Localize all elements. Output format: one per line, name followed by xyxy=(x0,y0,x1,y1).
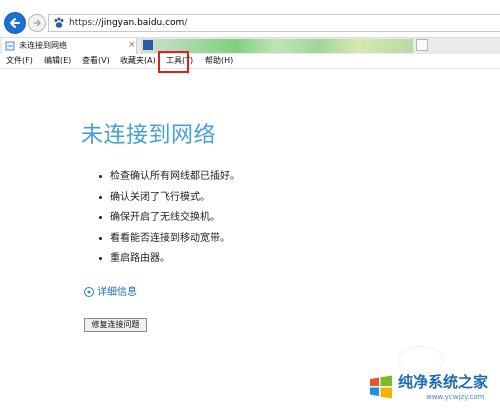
address-bar-row: https://jingyan.baidu.com/ xyxy=(0,0,500,36)
new-tab-icon[interactable] xyxy=(416,39,428,51)
page-title: 未连接到网络 xyxy=(81,123,217,148)
fix-connection-button[interactable]: 修复连接问题 xyxy=(84,318,147,332)
bullet-icon xyxy=(99,216,102,219)
menu-help[interactable]: 帮助(H) xyxy=(205,54,233,68)
menu-bar: 文件(F) 编辑(E) 查看(V) 收藏夹(A) 工具(T) 帮助(H) xyxy=(0,54,500,69)
baidu-paw-icon xyxy=(54,17,64,28)
list-item: 看看能否连接到移动宽带。 xyxy=(99,229,240,250)
reasons-list: 检查确认所有网线都已插好。 确认关闭了飞行模式。 确保开启了无线交换机。 看看能… xyxy=(99,167,240,270)
back-button[interactable] xyxy=(4,12,26,34)
close-tab-icon[interactable]: × xyxy=(128,39,136,52)
details-label: 详细信息 xyxy=(97,287,137,298)
address-input[interactable]: https://jingyan.baidu.com/ xyxy=(48,14,500,32)
bullet-icon xyxy=(99,257,102,260)
forward-button[interactable] xyxy=(28,14,46,32)
bullet-icon xyxy=(99,175,102,178)
menu-edit[interactable]: 编辑(E) xyxy=(44,54,71,68)
menu-view[interactable]: 查看(V) xyxy=(82,54,110,68)
bullet-icon xyxy=(99,236,102,240)
list-item: 确保开启了无线交换机。 xyxy=(99,208,240,229)
arrow-left-icon xyxy=(10,18,20,28)
highlight-annotation xyxy=(158,51,189,73)
windows-logo-icon xyxy=(370,375,392,399)
tab-label: 未连接到网络 xyxy=(19,41,67,50)
list-item: 重启路由器。 xyxy=(99,249,240,270)
tab-no-connection[interactable]: 未连接到网络 × xyxy=(2,38,137,54)
menu-file[interactable]: 文件(F) xyxy=(6,54,33,68)
bullet-icon xyxy=(99,195,102,199)
tab-favicon-icon xyxy=(143,40,153,50)
watermark-title: 纯净系统之家 xyxy=(398,373,489,391)
menu-favorites[interactable]: 收藏夹(A) xyxy=(120,54,156,68)
watermark-faint-mark xyxy=(398,346,444,374)
watermark-url: www.ycwjzy.com xyxy=(426,393,485,401)
list-item: 检查确认所有网线都已插好。 xyxy=(99,167,240,188)
address-text: https://jingyan.baidu.com/ xyxy=(69,18,188,28)
watermark: 纯净系统之家 www.ycwjzy.com xyxy=(368,372,500,408)
chevron-down-circle-icon xyxy=(84,287,94,297)
tab-strip: 未连接到网络 × xyxy=(0,37,500,55)
list-item: 确认关闭了飞行模式。 xyxy=(99,188,240,209)
ie-page-icon xyxy=(5,41,15,51)
arrow-right-icon xyxy=(33,19,41,27)
